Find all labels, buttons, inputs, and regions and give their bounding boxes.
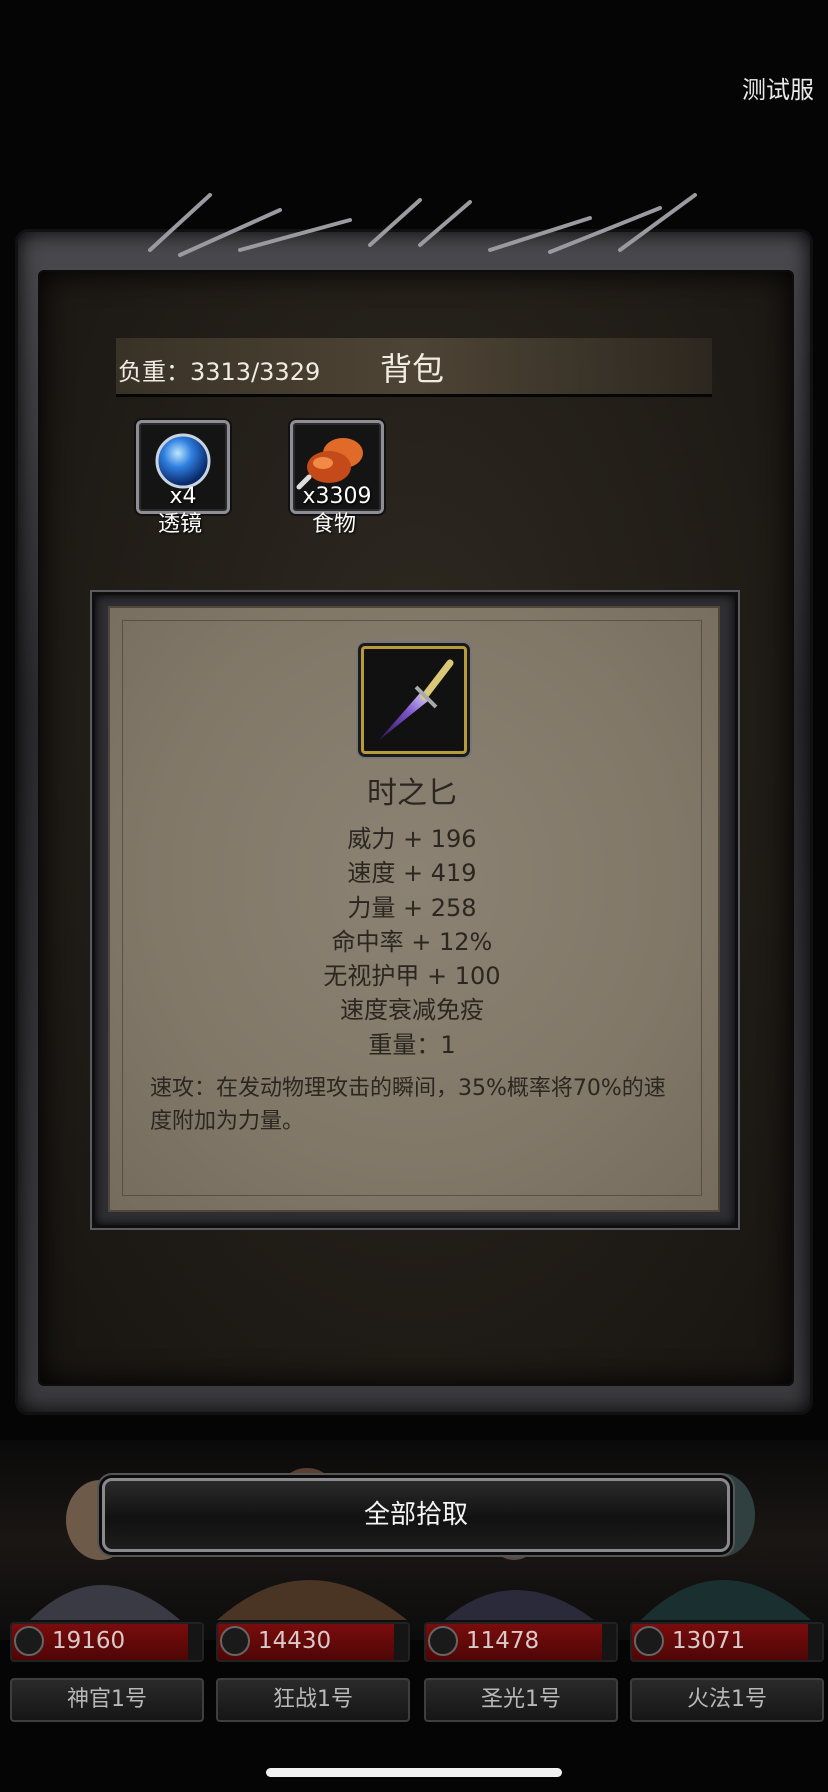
hero-hp-bar: 14430	[216, 1622, 410, 1662]
hero-name-button[interactable]: 火法1号	[630, 1678, 824, 1722]
stat-line: 速度 + 419	[347, 859, 477, 888]
sword-icon	[428, 1626, 458, 1656]
item-icon-frame	[361, 646, 467, 754]
dagger-icon	[378, 659, 454, 741]
item-stats: 威力 + 196 速度 + 419 力量 + 258 命中率 + 12% 无视护…	[108, 822, 716, 1062]
sword-icon	[14, 1626, 44, 1656]
weight-label: 负重：3313/3329	[118, 358, 321, 386]
stat-line: 速度衰减免疫	[340, 996, 484, 1025]
inventory-slot-food[interactable]: x3309	[290, 420, 384, 514]
item-name: 时之匕	[367, 776, 457, 811]
item-label-food: 食物	[311, 512, 356, 537]
hero-hp-value: 14430	[258, 1628, 332, 1654]
pick-up-all-button[interactable]: 全部拾取	[102, 1478, 730, 1552]
item-label-lens: 透镜	[157, 512, 202, 537]
server-label: 测试服	[742, 76, 814, 104]
hp-bar-end	[602, 1624, 616, 1660]
hero-hp-bar: 11478	[424, 1622, 618, 1662]
hero-name-button[interactable]: 圣光1号	[424, 1678, 618, 1722]
stat-line: 力量 + 258	[347, 893, 477, 922]
stat-line: 威力 + 196	[347, 825, 477, 853]
hp-bar-end	[808, 1624, 822, 1660]
stat-line: 重量：1	[368, 1030, 456, 1059]
item-description: 速攻：在发动物理攻击的瞬间，35%概率将70%的速度附加为力量。	[150, 1076, 666, 1134]
frame-spikes-ornament	[148, 193, 697, 257]
hero-hp-bar: 19160	[10, 1622, 204, 1662]
hero-hp-bar: 13071	[630, 1622, 824, 1662]
hp-bar-end	[394, 1624, 408, 1660]
stat-line: 命中率 + 12%	[331, 927, 493, 956]
sword-icon	[634, 1626, 664, 1656]
backpack-title: 背包	[380, 350, 445, 388]
hero-name-button[interactable]: 神官1号	[10, 1678, 204, 1722]
hp-bar-end	[188, 1624, 202, 1660]
sword-icon	[220, 1626, 250, 1656]
home-indicator[interactable]	[266, 1768, 562, 1777]
hero-hp-value: 19160	[52, 1628, 126, 1654]
hero-hp-value: 11478	[466, 1628, 540, 1654]
hero-name-button[interactable]: 狂战1号	[216, 1678, 410, 1722]
hero-hp-value: 13071	[672, 1628, 746, 1654]
inventory-slot-lens[interactable]: x4	[136, 420, 230, 514]
stat-line: 无视护甲 + 100	[323, 962, 501, 991]
